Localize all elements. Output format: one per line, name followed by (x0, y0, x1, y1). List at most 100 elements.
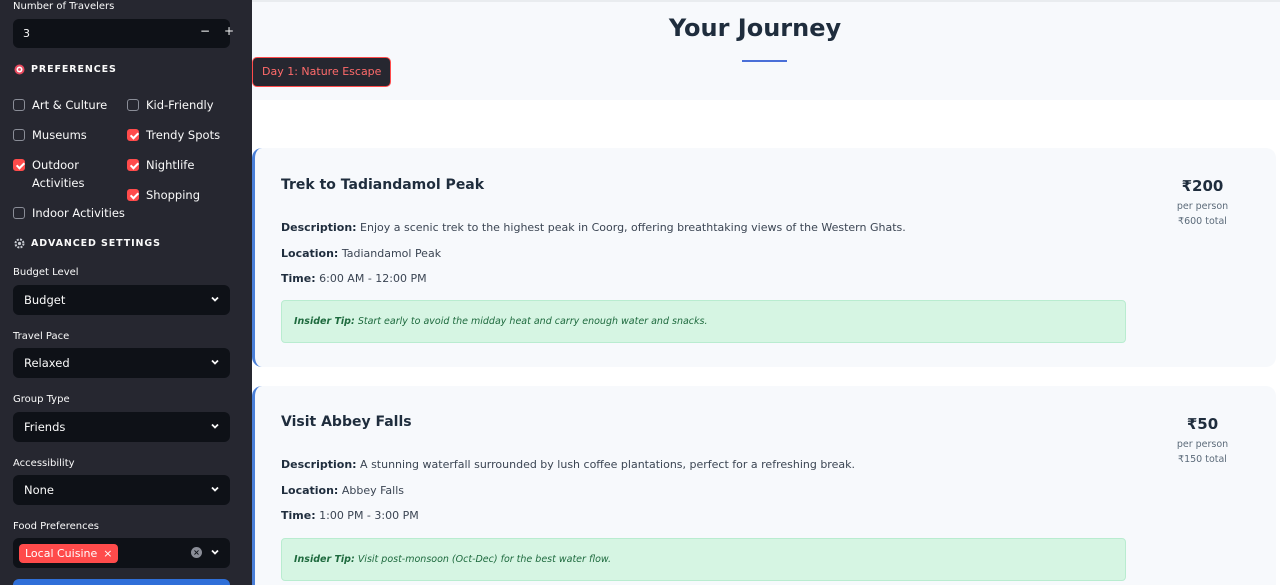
checkbox-trendy-spots[interactable] (127, 129, 139, 141)
price-total: ₹150 total (1178, 454, 1227, 465)
pref-art-culture[interactable]: Art & Culture (13, 96, 107, 114)
target-icon (14, 64, 25, 75)
checkbox-shopping[interactable] (127, 189, 139, 201)
accessibility-select[interactable]: None (13, 475, 230, 505)
pace-value: Relaxed (24, 356, 70, 370)
preferences-heading-text: PREFERENCES (31, 64, 117, 75)
description-label: Description: (281, 458, 357, 471)
tip-label: Insider Tip: (294, 554, 355, 565)
advanced-settings-heading: ADVANCED SETTINGS (14, 238, 161, 249)
price-amount: ₹50 (1186, 415, 1219, 433)
price-total: ₹600 total (1178, 216, 1227, 227)
price-amount: ₹200 (1181, 177, 1224, 195)
pref-shopping[interactable]: Shopping (127, 186, 200, 204)
tag-remove-icon[interactable]: × (103, 547, 112, 560)
activity-time: Time: 6:00 AM - 12:00 PM (281, 272, 427, 285)
location-label: Location: (281, 247, 339, 260)
budget-label: Budget Level (13, 267, 79, 278)
pref-label: Kid-Friendly (146, 98, 214, 112)
description-label: Description: (281, 221, 357, 234)
pref-outdoor-activities[interactable]: Outdoor Activities (13, 156, 113, 192)
checkbox-nightlife[interactable] (127, 159, 139, 171)
decrement-button[interactable]: − (197, 24, 213, 38)
pref-label: Shopping (146, 188, 201, 202)
location-text: Tadiandamol Peak (341, 247, 442, 260)
pref-kid-friendly[interactable]: Kid-Friendly (127, 96, 214, 114)
price-block: ₹50 per person ₹150 total (1145, 415, 1260, 465)
tip-body: Visit post-monsoon (Oct-Dec) for the bes… (357, 554, 612, 565)
checkbox-kid-friendly[interactable] (127, 99, 139, 111)
tip-body: Start early to avoid the midday heat and… (357, 316, 708, 327)
accessibility-label: Accessibility (13, 458, 75, 469)
pace-select[interactable]: Relaxed (13, 348, 230, 378)
time-label: Time: (281, 272, 316, 285)
pref-label: Museums (32, 128, 87, 142)
activity-description: Description: Enjoy a scenic trek to the … (281, 221, 906, 234)
travelers-value[interactable]: 3 (23, 27, 30, 40)
activity-title: Trek to Tadiandamol Peak (281, 177, 485, 193)
group-value: Friends (24, 420, 66, 434)
chevron-down-icon (211, 486, 219, 492)
tip-text: Insider Tip: Visit post-monsoon (Oct-Dec… (294, 554, 611, 565)
pref-indoor-activities[interactable]: Indoor Activities (13, 204, 125, 222)
travelers-label: Number of Travelers (13, 1, 115, 12)
tip-text: Insider Tip: Start early to avoid the mi… (294, 316, 707, 327)
travelers-stepper[interactable]: 3 − + (13, 19, 234, 48)
checkbox-outdoor-activities[interactable] (13, 159, 25, 171)
top-divider (252, 0, 1280, 2)
advanced-heading-text: ADVANCED SETTINGS (31, 238, 161, 249)
group-label: Group Type (13, 394, 70, 405)
pref-label: Indoor Activities (32, 206, 125, 220)
checkbox-indoor-activities[interactable] (13, 207, 25, 219)
pref-label: Art & Culture (32, 98, 108, 112)
tip-label: Insider Tip: (294, 316, 355, 327)
checkbox-museums[interactable] (13, 129, 25, 141)
pref-label: Outdoor Activities (32, 158, 85, 190)
price-block: ₹200 per person ₹600 total (1145, 177, 1260, 227)
day-tab[interactable]: Day 1: Nature Escape (252, 57, 392, 87)
chevron-down-icon (211, 423, 219, 429)
price-per-person: per person (1176, 201, 1229, 212)
activity-location: Location: Abbey Falls (281, 484, 404, 497)
activity-time: Time: 1:00 PM - 3:00 PM (281, 509, 419, 522)
chevron-down-icon (211, 359, 219, 365)
budget-select[interactable]: Budget (13, 285, 230, 315)
chevron-down-icon (211, 549, 219, 555)
generate-button[interactable] (13, 579, 230, 585)
pref-museums[interactable]: Museums (13, 126, 87, 144)
location-label: Location: (281, 484, 339, 497)
activity-location: Location: Tadiandamol Peak (281, 247, 441, 260)
food-multiselect[interactable]: Local Cuisine × × (13, 538, 230, 568)
checkbox-art-culture[interactable] (13, 99, 25, 111)
chevron-down-icon (211, 296, 219, 302)
food-label: Food Preferences (13, 521, 99, 532)
activity-title: Visit Abbey Falls (281, 414, 412, 430)
pace-label: Travel Pace (13, 331, 70, 342)
food-tag: Local Cuisine × (19, 544, 119, 563)
main-content: Your Journey Day 1: Nature Escape Trek t… (252, 0, 1280, 585)
location-text: Abbey Falls (341, 484, 404, 497)
price-per-person: per person (1176, 439, 1229, 450)
group-select[interactable]: Friends (13, 412, 230, 442)
pref-label: Nightlife (146, 158, 195, 172)
accessibility-value: None (24, 483, 55, 497)
time-text: 1:00 PM - 3:00 PM (319, 509, 419, 522)
gear-icon (14, 238, 25, 249)
insider-tip: Insider Tip: Start early to avoid the mi… (281, 300, 1126, 343)
page-title: Your Journey (668, 14, 842, 42)
activity-card: Visit Abbey Falls Description: A stunnin… (252, 386, 1276, 585)
insider-tip: Insider Tip: Visit post-monsoon (Oct-Dec… (281, 538, 1126, 581)
pref-trendy-spots[interactable]: Trendy Spots (127, 126, 220, 144)
sidebar: Number of Travelers 3 − + PREFERENCES Ar… (0, 0, 252, 585)
description-text: A stunning waterfall surrounded by lush … (360, 458, 855, 471)
pref-nightlife[interactable]: Nightlife (127, 156, 194, 174)
pref-label: Trendy Spots (146, 128, 221, 142)
title-underline (742, 60, 787, 62)
increment-button[interactable]: + (221, 24, 237, 38)
budget-value: Budget (24, 293, 66, 307)
activity-card: Trek to Tadiandamol Peak Description: En… (252, 148, 1276, 367)
food-tag-label: Local Cuisine (25, 547, 98, 560)
preferences-heading: PREFERENCES (14, 64, 117, 75)
clear-icon[interactable]: × (191, 547, 202, 558)
description-text: Enjoy a scenic trek to the highest peak … (360, 221, 906, 234)
